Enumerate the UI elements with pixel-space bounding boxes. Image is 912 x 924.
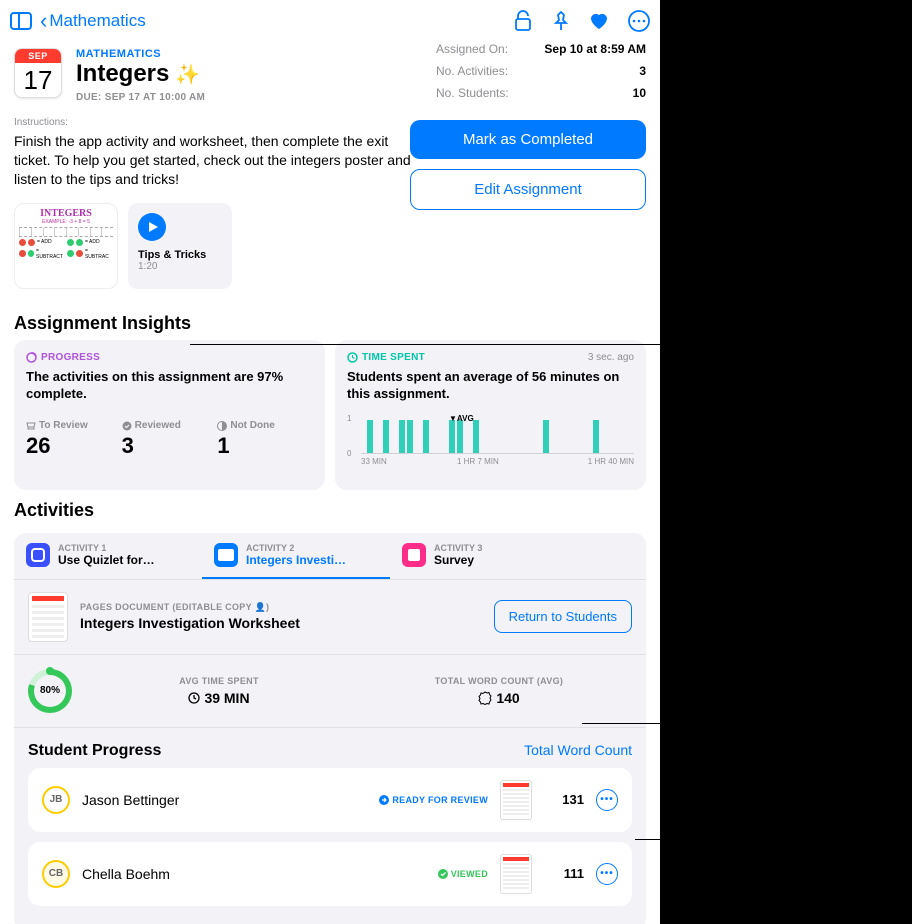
row-more-button[interactable]: ••• bbox=[596, 789, 618, 811]
avg-marker: ▼AVG bbox=[449, 414, 474, 423]
pin-icon[interactable] bbox=[552, 10, 570, 32]
document-name: Integers Investigation Worksheet bbox=[80, 615, 300, 631]
arrow-circle-icon bbox=[379, 795, 389, 805]
inbox-icon bbox=[26, 422, 36, 430]
student-name: Chella Boehm bbox=[82, 866, 426, 882]
tab-activity-2[interactable]: ACTIVITY 2Integers Investi… bbox=[202, 533, 390, 579]
student-name: Jason Bettinger bbox=[82, 792, 367, 808]
avg-time-value: 39 MIN bbox=[204, 690, 249, 706]
metrics-row: 80% AVG TIME SPENT 39 MIN TOTAL WORD COU… bbox=[14, 655, 646, 728]
time-spent-card[interactable]: TIME SPENT 3 sec. ago Students spent an … bbox=[335, 340, 646, 490]
insights-heading: Assignment Insights bbox=[0, 303, 660, 340]
clock-icon bbox=[347, 352, 358, 363]
instructions-text: Finish the app activity and worksheet, t… bbox=[14, 132, 414, 189]
student-progress-heading: Student Progress bbox=[28, 742, 161, 760]
activities-heading: Activities bbox=[0, 490, 660, 527]
not-done-value: 1 bbox=[217, 433, 313, 459]
callout-line bbox=[190, 344, 660, 345]
progress-tag: PROGRESS bbox=[26, 352, 313, 363]
attachment-poster[interactable]: INTEGERS EXAMPLE: -3 + 8 = 5 = ADD = ADD… bbox=[14, 203, 118, 289]
mark-completed-button[interactable]: Mark as Completed bbox=[410, 120, 646, 159]
assignment-meta: Assigned On:Sep 10 at 8:59 AM No. Activi… bbox=[436, 38, 646, 104]
attachment-video[interactable]: Tips & Tricks 1:20 bbox=[128, 203, 232, 289]
callout-line bbox=[582, 723, 660, 724]
student-row[interactable]: JB Jason Bettinger READY FOR REVIEW 131 … bbox=[28, 768, 632, 832]
chevron-left-icon: ‹ bbox=[40, 8, 47, 34]
to-review-value: 26 bbox=[26, 433, 122, 459]
lock-open-icon[interactable] bbox=[514, 10, 534, 32]
sort-dropdown[interactable]: Total Word Count bbox=[524, 742, 632, 758]
progress-card[interactable]: PROGRESS The activities on this assignme… bbox=[14, 340, 325, 490]
avatar: CB bbox=[42, 860, 70, 888]
check-circle-icon bbox=[122, 421, 132, 431]
check-circle-icon bbox=[438, 869, 448, 879]
word-count: 111 bbox=[544, 866, 584, 881]
tab-activity-3[interactable]: ACTIVITY 3Survey bbox=[390, 533, 578, 579]
word-count-value: 140 bbox=[496, 690, 519, 706]
sparkles-icon: ✨ bbox=[175, 62, 200, 87]
row-more-button[interactable]: ••• bbox=[596, 863, 618, 885]
status-badge: READY FOR REVIEW bbox=[379, 795, 488, 805]
calendar-day: 17 bbox=[15, 63, 61, 96]
back-button[interactable]: ‹ Mathematics bbox=[40, 8, 146, 34]
document-row: PAGES DOCUMENT (EDITABLE COPY 👤) Integer… bbox=[14, 579, 646, 655]
play-icon bbox=[138, 213, 166, 241]
progress-summary: The activities on this assignment are 97… bbox=[26, 369, 313, 403]
survey-icon bbox=[402, 543, 426, 567]
tab-activity-1[interactable]: ACTIVITY 1Use Quizlet for… bbox=[14, 533, 202, 579]
badge-icon bbox=[478, 691, 492, 705]
time-spent-chart: 1 0 ▼AVG 33 MIN 1 HR 7 MIN 1 HR 40 MIN bbox=[347, 416, 634, 466]
page-title: Integers ✨ bbox=[76, 60, 205, 88]
time-spent-timestamp: 3 sec. ago bbox=[588, 352, 634, 363]
status-badge: VIEWED bbox=[438, 869, 488, 879]
calendar-icon: SEP 17 bbox=[14, 48, 62, 98]
avatar: JB bbox=[42, 786, 70, 814]
work-thumbnail[interactable] bbox=[500, 780, 532, 820]
half-circle-icon bbox=[217, 421, 227, 431]
document-type: PAGES DOCUMENT (EDITABLE COPY 👤) bbox=[80, 602, 300, 613]
word-count: 131 bbox=[544, 792, 584, 807]
folder-icon bbox=[214, 543, 238, 567]
return-to-students-button[interactable]: Return to Students bbox=[494, 600, 632, 633]
more-icon[interactable] bbox=[628, 10, 650, 32]
clock-icon bbox=[188, 692, 200, 704]
completion-ring: 80% bbox=[28, 669, 72, 713]
callout-line bbox=[635, 839, 660, 840]
edit-assignment-button[interactable]: Edit Assignment bbox=[410, 169, 646, 210]
work-thumbnail[interactable] bbox=[500, 854, 532, 894]
sidebar-toggle-icon[interactable] bbox=[10, 12, 32, 30]
document-thumbnail[interactable] bbox=[28, 592, 68, 642]
subject-label: MATHEMATICS bbox=[76, 48, 205, 60]
calendar-month: SEP bbox=[15, 49, 61, 63]
video-duration: 1:20 bbox=[128, 261, 232, 272]
reviewed-value: 3 bbox=[122, 433, 218, 459]
heart-icon[interactable] bbox=[588, 11, 610, 31]
quizlet-icon bbox=[26, 543, 50, 567]
progress-icon bbox=[26, 352, 37, 363]
time-spent-summary: Students spent an average of 56 minutes … bbox=[347, 369, 634, 403]
video-title: Tips & Tricks bbox=[128, 241, 232, 261]
student-row[interactable]: CB Chella Boehm VIEWED 111 ••• bbox=[28, 842, 632, 906]
due-date: DUE: SEP 17 AT 10:00 AM bbox=[76, 92, 205, 103]
back-label: Mathematics bbox=[49, 11, 145, 31]
